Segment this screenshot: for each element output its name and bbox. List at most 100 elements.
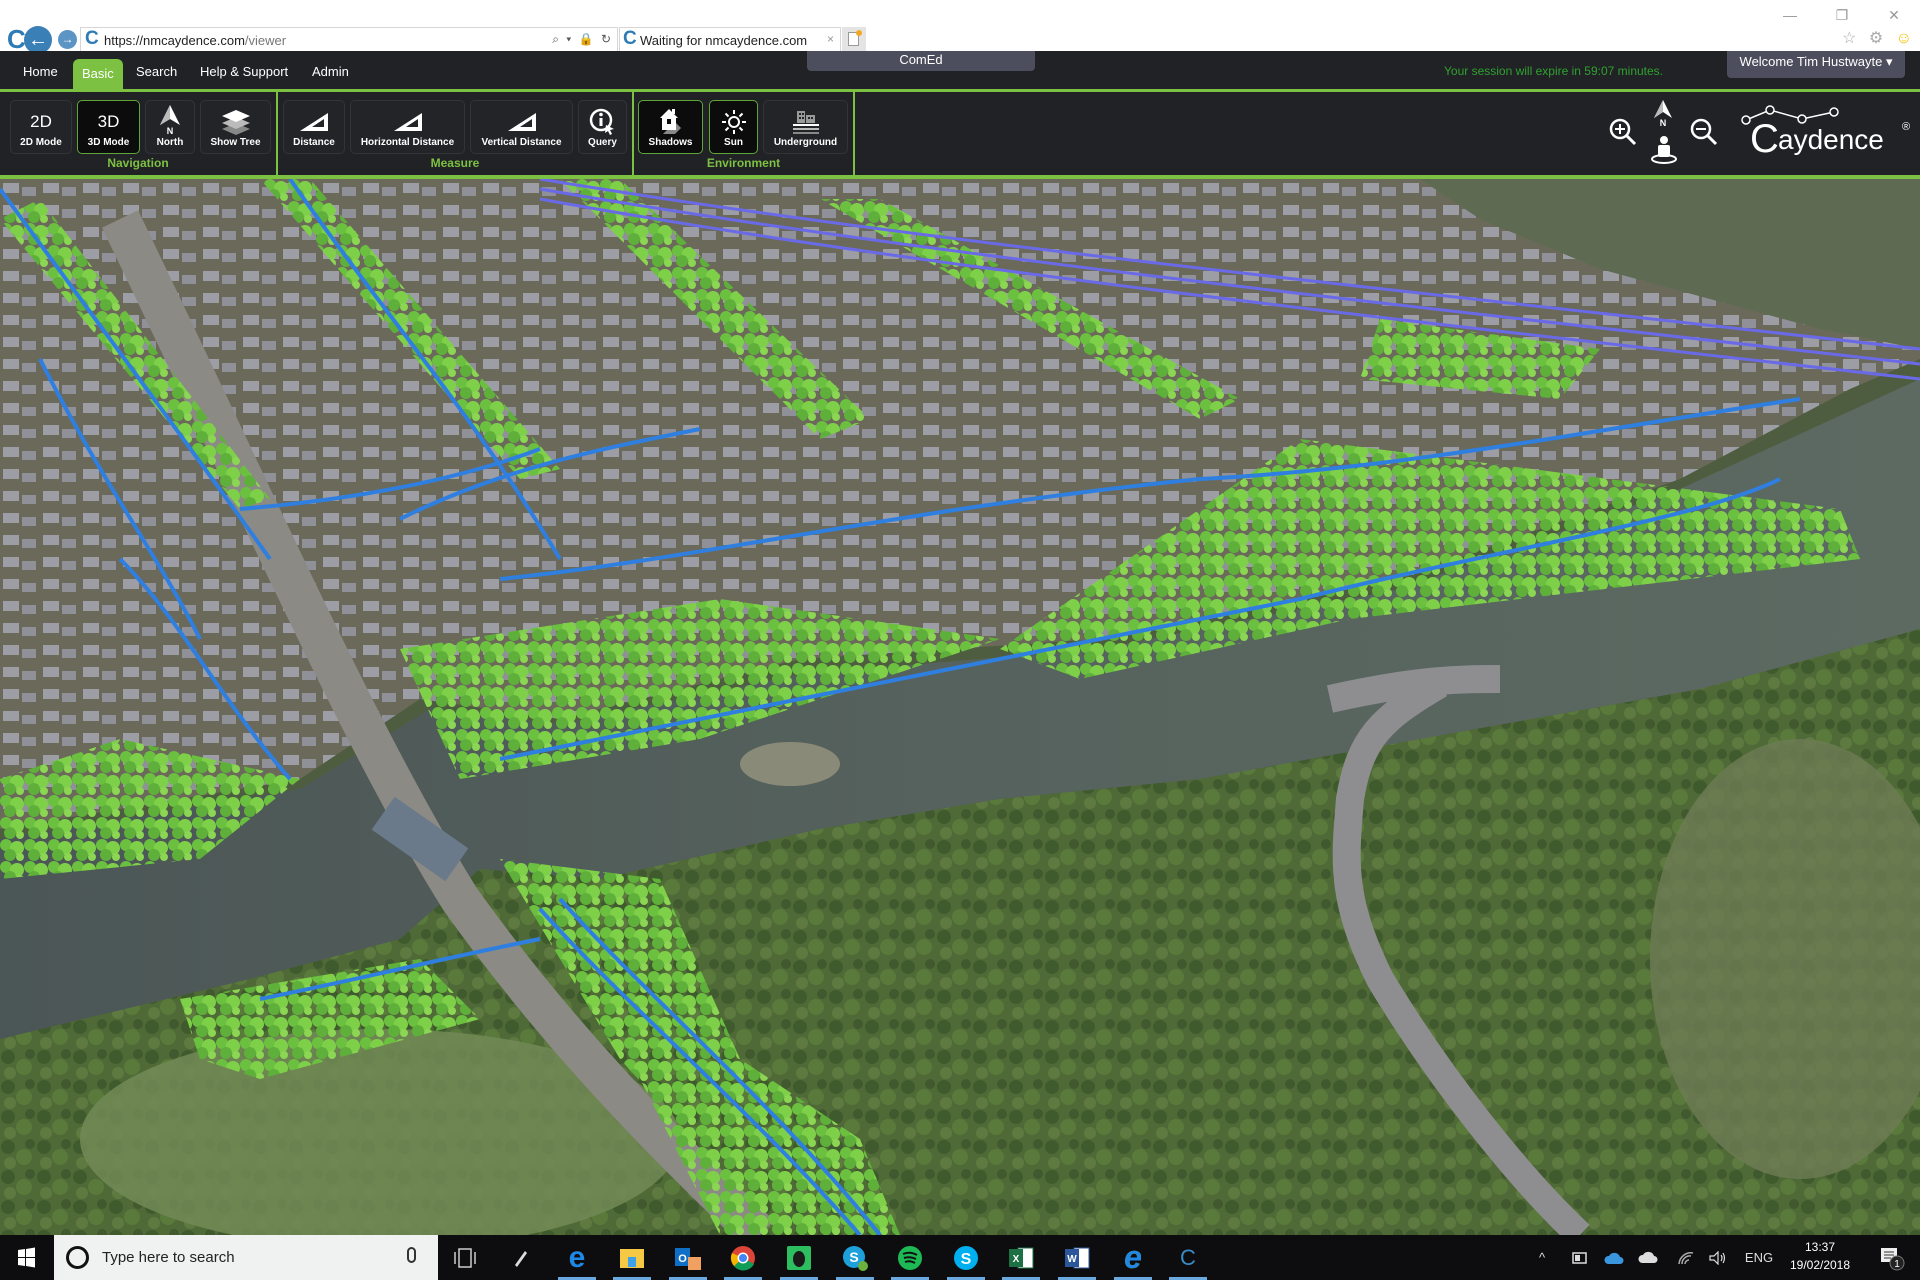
taskbar-chrome[interactable] [720, 1235, 766, 1280]
taskbar-skype[interactable]: S [943, 1235, 989, 1280]
microphone-icon[interactable] [407, 1247, 416, 1263]
notifications-icon: 1 [1881, 1247, 1905, 1270]
close-window-button[interactable]: ✕ [1874, 4, 1914, 26]
horizontal-distance-button[interactable]: Horizontal Distance [350, 100, 465, 154]
onedrive-icon[interactable] [1602, 1235, 1626, 1280]
group-label-navigation: Navigation [107, 156, 169, 170]
street-view-button[interactable] [1650, 135, 1678, 170]
menu-search[interactable]: Search [127, 51, 186, 89]
edge-icon: e [568, 1240, 586, 1274]
ie-icon: e [1124, 1239, 1142, 1275]
volume-icon[interactable] [1706, 1235, 1730, 1280]
taskbar-caydence[interactable]: C [1165, 1235, 1211, 1280]
action-center-button[interactable]: 1 [1872, 1235, 1912, 1280]
taskbar-pen[interactable] [498, 1235, 544, 1280]
caydence-app-icon: C [1180, 1244, 1196, 1270]
caydence-logo: C aydence ® [1738, 100, 1916, 161]
language-indicator[interactable]: ENG [1742, 1235, 1776, 1280]
wifi-icon[interactable] [1674, 1235, 1698, 1280]
zoom-out-button[interactable] [1689, 117, 1719, 152]
group-label-measure: Measure [430, 156, 480, 170]
taskbar-file-explorer[interactable] [609, 1235, 655, 1280]
distance-button[interactable]: Distance [283, 100, 345, 154]
query-button[interactable]: Query [578, 100, 627, 154]
menu-basic[interactable]: Basic [73, 59, 123, 89]
outlook-icon: O [675, 1247, 701, 1270]
underground-button[interactable]: Underground [763, 100, 848, 154]
excel-icon: X [1009, 1247, 1034, 1268]
menu-help-support[interactable]: Help & Support [191, 51, 297, 89]
north-button[interactable]: N North [145, 100, 195, 154]
address-bar[interactable]: C https://nmcaydence.com/viewer ⌕ ▾ 🔒 ↻ [80, 27, 618, 52]
sync-cloud-icon[interactable] [1636, 1235, 1660, 1280]
taskbar-skype-for-business[interactable]: S [832, 1235, 878, 1280]
brand-name: aydence [1778, 124, 1884, 155]
url-text[interactable]: https://nmcaydence.com/viewer [104, 33, 286, 48]
2d-mode-label: 2D Mode [20, 137, 62, 148]
taskbar-word[interactable]: W [1054, 1235, 1100, 1280]
group-divider [853, 92, 855, 175]
clock-time: 13:37 [1804, 1240, 1836, 1254]
house-shadow-icon [659, 109, 681, 134]
taskbar-task-view[interactable] [442, 1235, 488, 1280]
browser-chrome: — ❐ ✕ C ← → C https://nmcaydence.com/vie… [0, 0, 1920, 54]
menu-admin[interactable]: Admin [303, 51, 358, 89]
vertical-set-square-icon [507, 113, 536, 131]
underground-buildings-icon [792, 111, 819, 134]
new-tab-button[interactable] [842, 27, 866, 52]
evernote-icon [787, 1245, 811, 1270]
search-placeholder: Type here to search [102, 1249, 235, 1266]
tab-close-icon[interactable]: × [827, 32, 834, 46]
shadows-label: Shadows [648, 137, 693, 148]
start-button[interactable] [0, 1235, 52, 1280]
battery-icon[interactable] [1568, 1235, 1592, 1280]
sun-button[interactable]: Sun [709, 100, 758, 154]
3d-mode-button[interactable]: 3D 3D Mode [77, 100, 140, 154]
taskbar-edge[interactable]: e [554, 1235, 600, 1280]
show-hidden-icons[interactable]: ^ [1530, 1235, 1554, 1280]
taskbar-search-input[interactable]: Type here to search [54, 1235, 438, 1280]
ribbon-toolbar: 2D 2D Mode 3D 3D Mode N North Show Tree … [0, 92, 1920, 175]
svg-text:O: O [678, 1253, 687, 1265]
menu-home[interactable]: Home [14, 51, 67, 89]
forward-button[interactable]: → [58, 30, 77, 49]
settings-gear-icon[interactable]: ⚙ [1869, 30, 1887, 47]
favorites-star-icon[interactable]: ☆ [1842, 30, 1860, 47]
3d-mode-label: 3D Mode [87, 137, 130, 148]
sun-label: Sun [724, 137, 743, 148]
taskbar-spotify[interactable] [887, 1235, 933, 1280]
taskbar-internet-explorer[interactable]: e [1110, 1235, 1156, 1280]
user-menu-button[interactable]: Welcome Tim Hustwayte ▾ [1727, 51, 1905, 78]
zoom-in-button[interactable] [1608, 117, 1638, 152]
taskbar-evernote[interactable] [776, 1235, 822, 1280]
address-tools-icons[interactable]: ⌕ ▾ 🔒 ↻ [552, 32, 613, 47]
2d-mode-button[interactable]: 2D 2D Mode [10, 100, 72, 154]
vertical-distance-button[interactable]: Vertical Distance [470, 100, 573, 154]
browser-tab[interactable]: C Waiting for nmcaydence.com × [619, 27, 841, 52]
person-pegman-icon [1651, 136, 1677, 164]
feedback-smiley-icon[interactable]: ☺ [1896, 30, 1916, 47]
browser-app-icon: C [7, 24, 26, 54]
shadows-button[interactable]: Shadows [638, 100, 703, 154]
3d-icon: 3D [97, 112, 120, 131]
windows-logo-icon [18, 1247, 35, 1268]
circular-clearing [740, 742, 840, 786]
app-menu-bar: Home Basic Search Help & Support Admin C… [0, 51, 1920, 89]
query-label: Query [588, 137, 617, 148]
back-button[interactable]: ← [24, 26, 52, 54]
taskbar-excel[interactable]: X [998, 1235, 1044, 1280]
cortana-icon [66, 1246, 89, 1269]
taskbar-outlook[interactable]: O [665, 1235, 711, 1280]
query-info-icon [589, 108, 614, 135]
set-square-icon [300, 113, 328, 131]
skype-business-icon: S [843, 1245, 868, 1271]
clock[interactable]: 13:37 19/02/2018 [1780, 1238, 1860, 1274]
svg-text:S: S [961, 1251, 972, 1268]
project-selector[interactable]: ComEd [807, 51, 1035, 71]
show-tree-button[interactable]: Show Tree [200, 100, 271, 154]
3d-map-viewport[interactable] [0, 179, 1920, 1235]
minimize-button[interactable]: — [1770, 4, 1810, 26]
reset-north-button[interactable]: N [1648, 100, 1678, 131]
restore-button[interactable]: ❐ [1822, 4, 1862, 26]
horizontal-set-square-icon [393, 113, 422, 131]
